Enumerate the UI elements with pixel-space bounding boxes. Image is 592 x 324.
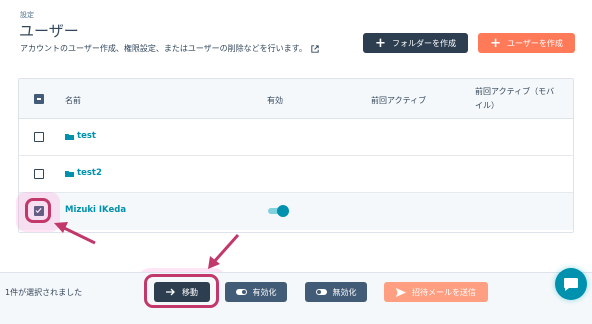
enable-button[interactable]: 有効化	[225, 282, 287, 302]
table-row: test	[19, 119, 573, 156]
row-checkbox[interactable]	[34, 169, 44, 179]
breadcrumb: 設定	[20, 11, 34, 19]
enabled-toggle[interactable]	[268, 205, 289, 217]
toggle-on-icon	[235, 289, 247, 295]
chat-launcher[interactable]	[555, 268, 587, 300]
table-row: test2	[19, 156, 573, 193]
folder-icon	[65, 133, 74, 140]
send-icon	[396, 287, 406, 297]
create-folder-label: フォルダーを作成	[391, 38, 456, 48]
column-header-last-active[interactable]: 前回アクティブ	[371, 95, 426, 106]
column-header-last-active-mobile[interactable]: 前回アクティブ（モバイル）	[475, 85, 555, 113]
create-user-button[interactable]: + ユーザーを作成	[478, 33, 575, 53]
disable-button[interactable]: 無効化	[305, 282, 367, 302]
enable-label: 有効化	[252, 287, 277, 297]
row-checkbox[interactable]	[34, 132, 44, 142]
plus-icon: +	[490, 35, 502, 51]
create-user-label: ユーザーを作成	[507, 38, 563, 48]
folder-icon	[65, 170, 74, 177]
page-subtitle: アカウントのユーザー作成、権限設定、またはユーザーの削除などを行います。	[20, 43, 319, 54]
row-name: Mizuki IKeda	[65, 205, 127, 215]
table-header: 名前 有効 前回アクティブ 前回アクティブ（モバイル）	[19, 79, 573, 119]
row-name: test2	[77, 168, 102, 178]
toggle-knob	[277, 205, 289, 217]
arrow-icon	[208, 234, 240, 269]
folder-link[interactable]: test	[65, 131, 96, 141]
send-invite-label: 招待メールを送信	[412, 287, 476, 297]
send-invite-button[interactable]: 招待メールを送信	[384, 282, 488, 302]
chat-icon	[564, 277, 578, 291]
create-folder-button[interactable]: + フォルダーを作成	[363, 33, 468, 53]
row-name: test	[77, 131, 96, 141]
external-link-icon[interactable]	[311, 44, 319, 53]
users-table: 名前 有効 前回アクティブ 前回アクティブ（モバイル） test test2 M…	[18, 78, 574, 233]
move-button-highlight-ring	[144, 274, 219, 308]
select-all-checkbox[interactable]	[34, 94, 44, 104]
subtitle-text: アカウントのユーザー作成、権限設定、またはユーザーの削除などを行います。	[20, 44, 307, 53]
bulk-action-bar: 1件が選択されました 移動 有効化 無効化 招待メールを送信	[0, 272, 592, 324]
column-header-name[interactable]: 名前	[65, 95, 81, 106]
toggle-off-icon	[315, 289, 327, 295]
folder-link[interactable]: test2	[65, 168, 102, 178]
table-row: Mizuki IKeda	[19, 193, 573, 230]
user-link[interactable]: Mizuki IKeda	[65, 205, 126, 215]
plus-icon: +	[375, 35, 386, 51]
page-title: ユーザー	[19, 22, 79, 40]
disable-label: 無効化	[332, 287, 357, 297]
selected-count: 1件が選択されました	[5, 288, 83, 297]
column-header-enabled[interactable]: 有効	[267, 95, 283, 106]
checkbox-highlight-ring	[25, 198, 51, 223]
